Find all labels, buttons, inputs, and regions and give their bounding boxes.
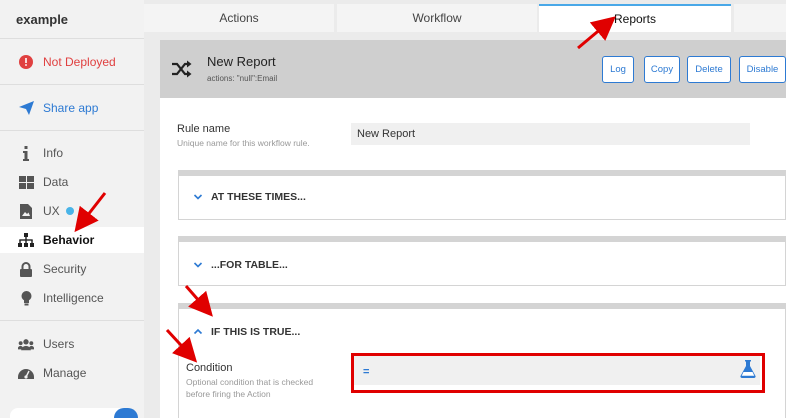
arrow-to-condition: [165, 328, 198, 363]
arrow-to-behavior-item: [74, 192, 107, 233]
annotation-arrows: [74, 16, 616, 363]
arrow-to-if-section: [184, 285, 213, 317]
arrow-to-reports-tab: [577, 16, 616, 50]
